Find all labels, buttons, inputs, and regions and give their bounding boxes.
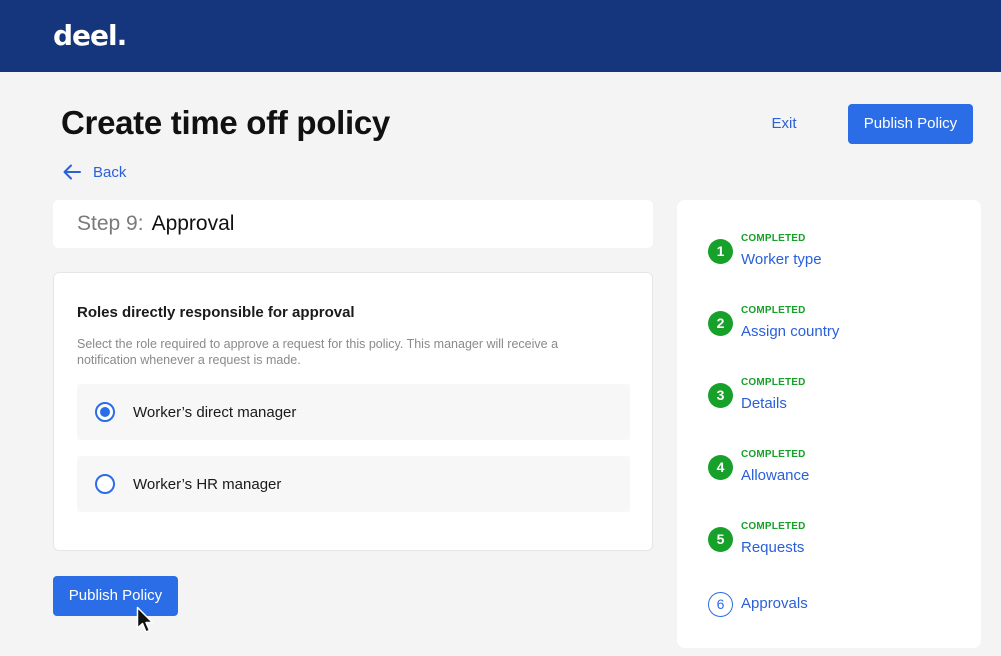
step-number-badge: 4 xyxy=(708,455,733,480)
step-header-card: Step 9: Approval xyxy=(53,200,653,248)
option-label: Worker’s direct manager xyxy=(133,403,297,421)
step-status: COMPLETED xyxy=(741,377,806,388)
step-link[interactable]: Details xyxy=(741,395,787,412)
mouse-cursor-icon xyxy=(136,606,154,633)
step-link[interactable]: Allowance xyxy=(741,467,809,484)
top-navigation-bar: deel. xyxy=(0,0,1001,72)
step-link[interactable]: Approvals xyxy=(741,595,808,612)
option-direct-manager[interactable]: Worker’s direct manager xyxy=(77,384,630,440)
back-link[interactable]: Back xyxy=(63,160,126,184)
step-number-badge: 1 xyxy=(708,239,733,264)
step-number-badge: 6 xyxy=(708,592,733,617)
step-number-badge: 3 xyxy=(708,383,733,408)
deel-logo[interactable]: deel. xyxy=(53,19,127,52)
step-number-badge: 2 xyxy=(708,311,733,336)
option-hr-manager[interactable]: Worker’s HR manager xyxy=(77,456,630,512)
step-status: COMPLETED xyxy=(741,305,806,316)
option-label: Worker’s HR manager xyxy=(133,475,282,493)
step-link[interactable]: Requests xyxy=(741,539,804,556)
publish-policy-button-top[interactable]: Publish Policy xyxy=(848,104,973,144)
step-status: COMPLETED xyxy=(741,233,806,244)
step-status: COMPLETED xyxy=(741,449,806,460)
section-title: Roles directly responsible for approval xyxy=(77,304,355,321)
step-number: Step 9: xyxy=(77,212,144,235)
page-title: Create time off policy xyxy=(61,104,390,141)
exit-button[interactable]: Exit xyxy=(758,104,810,144)
back-label: Back xyxy=(93,163,127,181)
radio-selected[interactable] xyxy=(95,402,115,422)
step-status: COMPLETED xyxy=(741,521,806,532)
step-link[interactable]: Worker type xyxy=(741,251,822,268)
arrow-left-icon xyxy=(63,164,81,180)
step-link[interactable]: Assign country xyxy=(741,323,839,340)
progress-steps-panel: 1 COMPLETED Worker type 2 COMPLETED Assi… xyxy=(677,200,981,648)
radio-unselected[interactable] xyxy=(95,474,115,494)
approval-roles-card: Roles directly responsible for approval … xyxy=(53,272,653,551)
step-name: Approval xyxy=(151,212,235,235)
publish-policy-button-bottom[interactable]: Publish Policy xyxy=(53,576,178,616)
step-number-badge: 5 xyxy=(708,527,733,552)
section-description: Select the role required to approve a re… xyxy=(77,337,559,367)
